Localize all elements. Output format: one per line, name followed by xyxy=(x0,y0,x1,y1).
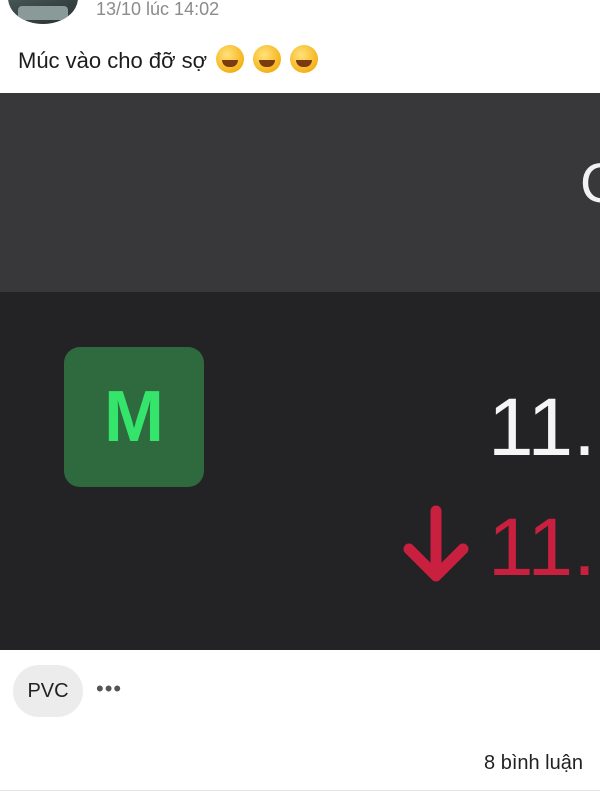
ticker-tile: M xyxy=(64,347,204,487)
post-caption: Múc vào cho đỡ sợ xyxy=(18,48,208,73)
post-image[interactable]: C M 11. 11. xyxy=(0,93,600,650)
price-value: 11. xyxy=(488,382,596,473)
image-header-bar: C xyxy=(0,93,600,292)
price-change-value: 11. xyxy=(488,502,596,593)
rolling-laughing-emoji-icon xyxy=(216,45,245,73)
tag-chip[interactable]: PVC xyxy=(13,665,83,717)
header-cropped-text: C xyxy=(580,153,600,213)
more-options-icon[interactable]: ••• xyxy=(96,676,122,702)
post-text: Múc vào cho đỡ sợ xyxy=(18,45,319,76)
down-arrow-icon xyxy=(403,505,469,582)
post-timestamp[interactable]: 13/10 lúc 14:02 xyxy=(96,0,219,20)
avatar[interactable] xyxy=(8,0,78,24)
tag-label: PVC xyxy=(27,679,69,702)
comment-count-link[interactable]: 8 bình luận xyxy=(484,751,583,775)
tears-of-joy-emoji-icon xyxy=(253,45,282,73)
ticker-tile-letter: M xyxy=(104,377,164,457)
divider xyxy=(0,790,600,791)
rolling-laughing-emoji-icon xyxy=(290,45,319,73)
